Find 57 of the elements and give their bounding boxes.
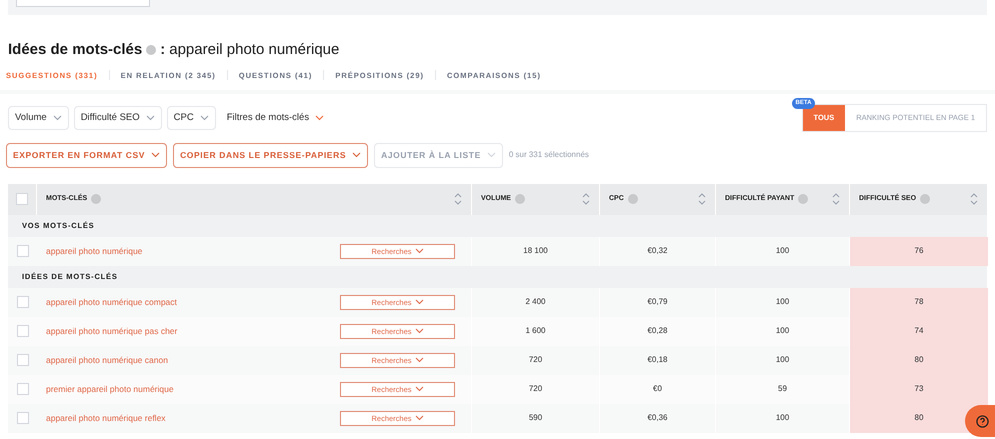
table-cell: 73: [850, 374, 988, 404]
checkbox[interactable]: [16, 325, 28, 338]
chevron-down-icon: [315, 114, 324, 121]
chevron-down-icon: [352, 152, 362, 158]
chevron-down-icon: [486, 152, 496, 158]
sort-icon[interactable]: [698, 192, 706, 206]
sort-icon[interactable]: [970, 192, 978, 206]
checkbox[interactable]: [16, 245, 28, 258]
chevron-down-icon: [414, 328, 424, 334]
title-separator: :: [160, 40, 166, 60]
action-button[interactable]: EXPORTER EN FORMAT CSV: [6, 142, 168, 168]
chevron-down-icon: [414, 357, 424, 364]
table-cell: 78: [850, 288, 988, 317]
table-cell: 590: [472, 404, 600, 433]
table-cell: 74: [850, 316, 988, 346]
chevron-down-icon: [414, 386, 424, 392]
table-cell: 76: [850, 236, 988, 266]
checkbox[interactable]: [16, 296, 28, 308]
filter-dropdown[interactable]: Volume: [8, 106, 69, 130]
selection-count: 0 sur 331 sélectionnés: [508, 149, 589, 162]
chevron-down-icon: [414, 299, 424, 306]
help-icon: [628, 194, 638, 204]
search-query: appareil photo numérique: [169, 40, 340, 60]
chevron-down-icon: [52, 114, 62, 121]
help-icon: [798, 194, 808, 204]
help-button[interactable]: [965, 405, 995, 437]
checkbox[interactable]: [16, 193, 28, 206]
keyword-link[interactable]: appareil photo numérique pas cher: [46, 324, 178, 338]
chevron-down-icon: [200, 114, 209, 121]
keyword-link[interactable]: appareil photo numérique: [46, 244, 142, 258]
table-cell: €0,36: [600, 404, 716, 433]
table-cell: 80: [850, 346, 988, 375]
help-icon: [514, 194, 525, 204]
question-icon: [976, 414, 989, 428]
help-icon: [920, 194, 930, 204]
page-title: Idées de mots-clés: [8, 40, 142, 60]
sort-icon[interactable]: [454, 192, 462, 206]
filter-dropdown[interactable]: Filtres de mots-clés: [220, 106, 330, 130]
search-field[interactable]: [16, 0, 150, 7]
help-icon: [91, 194, 102, 204]
keyword-link[interactable]: premier appareil photo numérique: [46, 382, 174, 396]
sort-icon[interactable]: [832, 192, 840, 206]
chevron-down-icon: [414, 415, 424, 422]
checkbox[interactable]: [16, 354, 28, 366]
keyword-link[interactable]: appareil photo numérique reflex: [46, 412, 166, 425]
checkbox[interactable]: [16, 383, 28, 396]
chevron-down-icon: [151, 152, 160, 158]
filter-dropdown[interactable]: Difficulté SEO: [74, 106, 162, 130]
help-icon: [146, 45, 156, 56]
keyword-link[interactable]: appareil photo numérique canon: [46, 354, 168, 367]
filter-dropdown[interactable]: CPC: [166, 106, 216, 130]
checkbox[interactable]: [16, 412, 28, 424]
keyword-link[interactable]: appareil photo numérique compact: [46, 296, 177, 309]
sort-icon[interactable]: [582, 192, 590, 206]
chevron-down-icon: [414, 248, 424, 254]
chevron-down-icon: [146, 114, 155, 121]
action-button[interactable]: COPIER DANS LE PRESSE-PAPIERS: [173, 142, 368, 168]
